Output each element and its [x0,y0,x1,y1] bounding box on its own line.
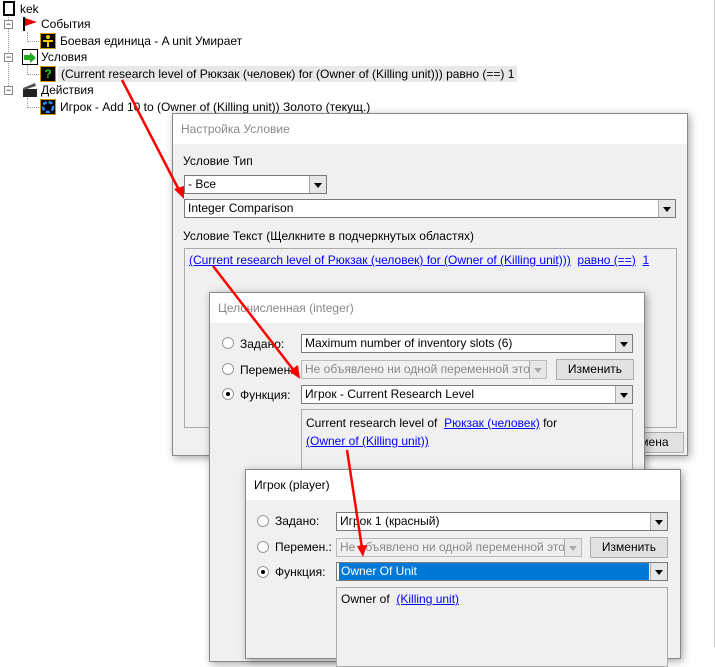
function-text: Current research level of [306,416,438,430]
chevron-down-icon [650,513,667,530]
operator-link[interactable]: равно (==) [577,253,635,267]
collapse-icon[interactable]: − [4,86,13,95]
collapse-icon[interactable]: − [4,53,13,62]
preset-value: Игрок 1 (красный) [340,514,440,528]
variable-select[interactable]: Не объявлено ни одной переменной этого т… [336,538,582,557]
function-value: Игрок - Current Research Level [305,387,474,401]
preset-label: Задано: [240,337,285,351]
event-item[interactable]: Боевая единица - A unit Умирает [60,33,242,49]
function-radio[interactable] [257,566,269,578]
preset-label: Задано: [275,514,320,528]
tech-link[interactable]: Рюкзак (человек) [444,416,540,430]
function-radio[interactable] [222,388,234,400]
variable-radio[interactable] [222,363,234,375]
edit-button[interactable]: Изменить [556,359,634,380]
unit-icon [40,33,56,49]
unit-link[interactable]: (Killing unit) [396,592,459,606]
variable-label: Перемен.: [240,363,297,377]
collapse-icon[interactable]: − [4,20,13,29]
category-select[interactable]: - Все [184,175,327,194]
preset-radio[interactable] [257,515,269,527]
clapperboard-icon [22,82,38,98]
condition-doc-icon [22,49,38,65]
dialog-title: Настройка Условие [173,114,687,144]
variable-select[interactable]: Не объявлено ни одной переменной этого т… [301,360,547,379]
chevron-down-icon [309,176,326,193]
type-value: Integer Comparison [188,201,294,215]
chevron-down-icon [564,539,581,556]
preset-select[interactable]: Maximum number of inventory slots (6) [301,334,633,353]
function-select[interactable]: Игрок - Current Research Level [301,385,633,404]
tree-root[interactable]: kek [20,1,39,17]
edit-button[interactable]: Изменить [590,537,668,558]
dialog-title: Целочисленная (integer) [210,293,644,323]
variable-radio[interactable] [257,541,269,553]
chevron-down-icon [615,386,632,403]
chevron-down-icon [658,200,675,217]
text-label: Условие Текст (Щелкните в подчеркнутых о… [183,229,474,243]
conditions-node[interactable]: Условия [41,49,87,65]
variable-label: Перемен.: [275,540,332,554]
condition-link-value[interactable]: (Current research level of Рюкзак (челов… [189,253,571,267]
function-text: for [543,416,558,430]
variable-value: Не объявлено ни одной переменной этого т… [305,362,547,376]
condition-type-select[interactable]: Integer Comparison [184,199,676,218]
player-link[interactable]: (Owner of (Killing unit)) [306,434,429,448]
function-text-panel: Owner of (Killing unit) [336,587,668,667]
player-dialog: Игрок (player) Задано: Игрок 1 (красный)… [245,469,681,667]
document-icon [3,1,15,16]
condition-item[interactable]: (Current research level of Рюкзак (челов… [58,66,518,82]
flag-icon [22,16,38,32]
function-select[interactable]: Owner Of Unit [336,562,668,581]
category-value: - Все [188,177,217,191]
preset-select[interactable]: Игрок 1 (красный) [336,512,668,531]
chevron-down-icon [650,563,667,580]
function-value: Owner Of Unit [339,563,649,580]
variable-value: Не объявлено ни одной переменной этого т… [340,540,582,554]
chevron-down-icon [529,361,546,378]
function-text: Owner of [341,592,390,606]
question-icon: ? [40,66,56,82]
type-label: Условие Тип [183,154,253,168]
compare-value-link[interactable]: 1 [642,253,649,267]
actions-node[interactable]: Действия [41,82,94,98]
events-node[interactable]: События [41,16,91,32]
function-label: Функция: [240,388,291,402]
dialog-title: Игрок (player) [246,470,680,500]
preset-radio[interactable] [222,337,234,349]
player-icon [40,99,56,115]
function-label: Функция: [275,565,326,579]
preset-value: Maximum number of inventory slots (6) [305,336,513,350]
chevron-down-icon [615,335,632,352]
